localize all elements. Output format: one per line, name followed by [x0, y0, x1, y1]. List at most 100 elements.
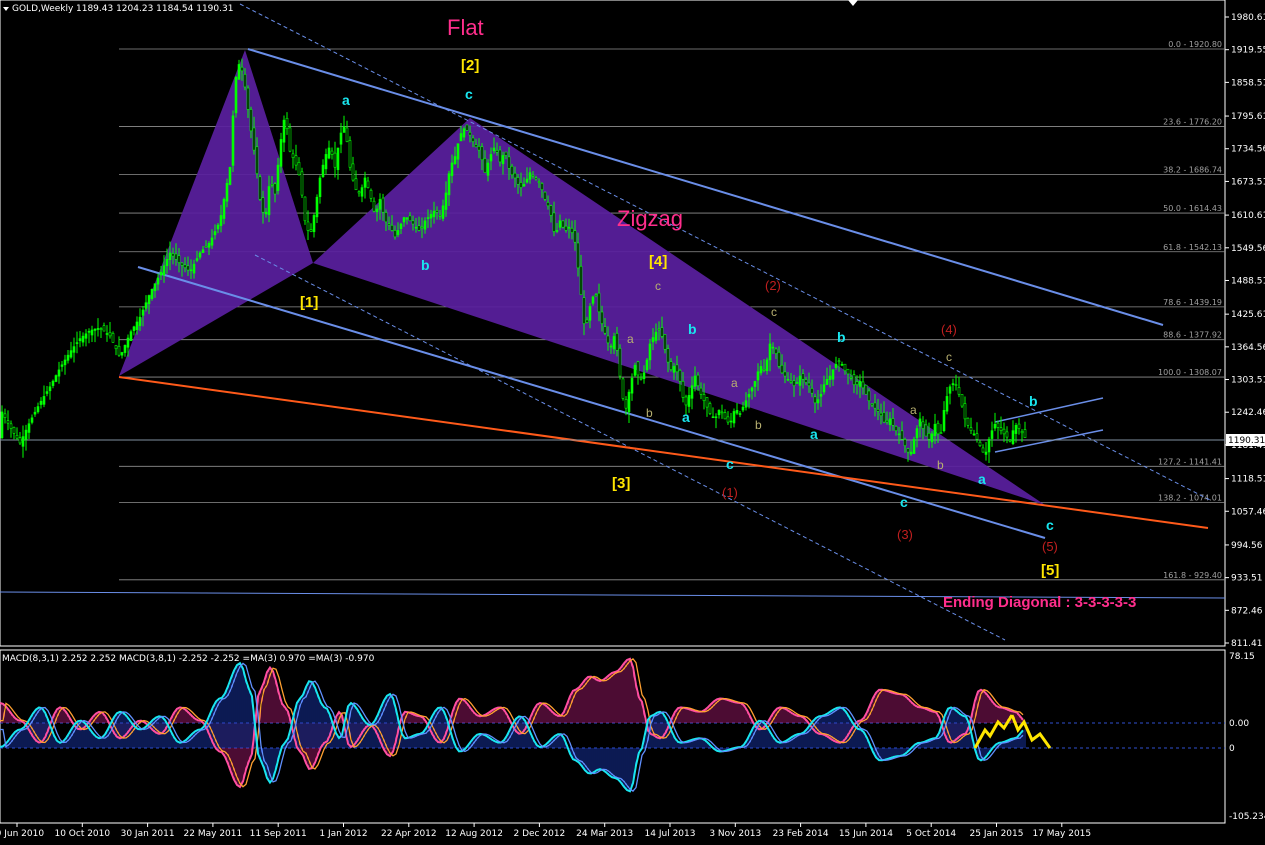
candle-body	[867, 390, 871, 401]
candle-body	[420, 226, 424, 229]
wave-c-3: c	[900, 494, 908, 510]
price-tick-label: 1057.46	[1231, 507, 1265, 517]
ending-diagonal-label: Ending Diagonal : 3-3-3-3-3	[943, 594, 1136, 611]
candle-body	[780, 365, 784, 374]
candle-body	[699, 387, 703, 395]
minor-wave-a-2: a	[731, 376, 738, 390]
candle-body	[822, 384, 826, 393]
candle-body	[111, 333, 115, 343]
candle-body	[399, 223, 403, 230]
candle-body	[813, 396, 817, 404]
candle-body	[657, 328, 661, 331]
price-tick-label: 1610.61	[1231, 211, 1265, 221]
candle-body	[516, 177, 520, 185]
candle-body	[177, 255, 181, 263]
candle-body	[348, 140, 352, 168]
candle-body	[792, 380, 796, 386]
candle-body	[873, 402, 877, 409]
candle-body	[648, 343, 652, 361]
wave-c-2: c	[726, 456, 734, 472]
price-tick-label: 1303.51	[1231, 376, 1265, 386]
candle-body	[567, 226, 571, 229]
candle-body	[981, 447, 985, 453]
candle-body	[651, 337, 655, 343]
candle-body	[237, 64, 241, 80]
candle-body	[972, 433, 976, 436]
candle-body	[30, 417, 34, 423]
candle-body	[123, 344, 127, 353]
candle-body	[942, 410, 946, 432]
candle-body	[663, 334, 667, 350]
candle-body	[540, 183, 544, 191]
candle-body	[282, 119, 286, 143]
candle-body	[300, 171, 304, 196]
candle-body	[885, 419, 889, 423]
candle-body	[345, 127, 349, 142]
wave-a-4: a	[978, 471, 986, 487]
candle-body	[738, 413, 742, 415]
time-tick-label: 5 Oct 2014	[906, 829, 956, 839]
candle-body	[744, 400, 748, 408]
candle-body	[495, 150, 499, 153]
wave-a-1: a	[342, 92, 350, 108]
wave-a-2: a	[682, 409, 690, 425]
candle-body	[621, 378, 625, 399]
candle-body	[459, 133, 463, 142]
candle-body	[570, 227, 574, 233]
candle-body	[261, 197, 265, 213]
candle-body	[828, 375, 832, 380]
candle-body	[432, 210, 436, 218]
candle-body	[921, 421, 925, 429]
wave-r3-label: (3)	[897, 527, 913, 542]
candle-body	[375, 208, 379, 213]
candle-body	[810, 388, 814, 394]
time-tick-label: 1 Jan 2012	[319, 829, 367, 839]
candle-body	[423, 220, 427, 230]
candle-body	[756, 371, 760, 381]
candle-body	[633, 365, 637, 376]
candle-body	[15, 435, 19, 439]
candle-body	[597, 292, 601, 313]
candle-body	[933, 423, 937, 436]
candle-body	[243, 74, 247, 88]
candle-body	[9, 423, 13, 429]
candle-body	[627, 391, 631, 413]
candle-body	[855, 381, 859, 385]
candle-body	[414, 226, 418, 229]
ohlc-values: 1189.43 1204.23 1184.54 1190.31	[76, 4, 233, 14]
candle-body	[684, 396, 688, 406]
candle-body	[747, 393, 751, 398]
fib-level-label: 78.6 - 1439.19	[1163, 298, 1222, 307]
candle-body	[483, 158, 487, 173]
candle-body	[771, 346, 775, 349]
time-tick-label: 14 Jul 2013	[645, 829, 696, 839]
candle-body	[339, 132, 343, 145]
candle-body	[474, 144, 478, 148]
candle-body	[987, 438, 991, 453]
candle-body	[1005, 431, 1009, 438]
candle-body	[36, 406, 40, 413]
candle-body	[858, 381, 862, 387]
time-tick-label: 22 Apr 2012	[381, 829, 437, 839]
time-axis: 20 Jun 2010 10 Oct 2010 30 Jan 2011 22 May …	[0, 823, 1091, 839]
fib-level-label: 50.0 - 1614.43	[1163, 204, 1222, 213]
candle-body	[498, 149, 502, 163]
candle-body	[12, 427, 16, 434]
candle-body	[66, 354, 70, 361]
wave-3-label: [3]	[612, 475, 630, 492]
candle-body	[615, 333, 619, 351]
candle-body	[387, 223, 391, 226]
wave-r2-label: (2)	[765, 278, 781, 293]
candle-body	[276, 164, 280, 191]
candle-body	[18, 437, 22, 444]
candle-body	[54, 375, 58, 382]
wave-2-label: [2]	[461, 57, 479, 74]
macd-tick-label: -105.234	[1229, 812, 1265, 822]
price-chart[interactable]: GOLD,Weekly 1189.43 1204.23 1184.54 1190…	[0, 0, 1265, 845]
candle-body	[768, 343, 772, 361]
candle-body	[117, 345, 121, 356]
candle-body	[564, 225, 568, 231]
candle-body	[681, 381, 685, 398]
candle-body	[984, 451, 988, 455]
candle-body	[552, 212, 556, 232]
